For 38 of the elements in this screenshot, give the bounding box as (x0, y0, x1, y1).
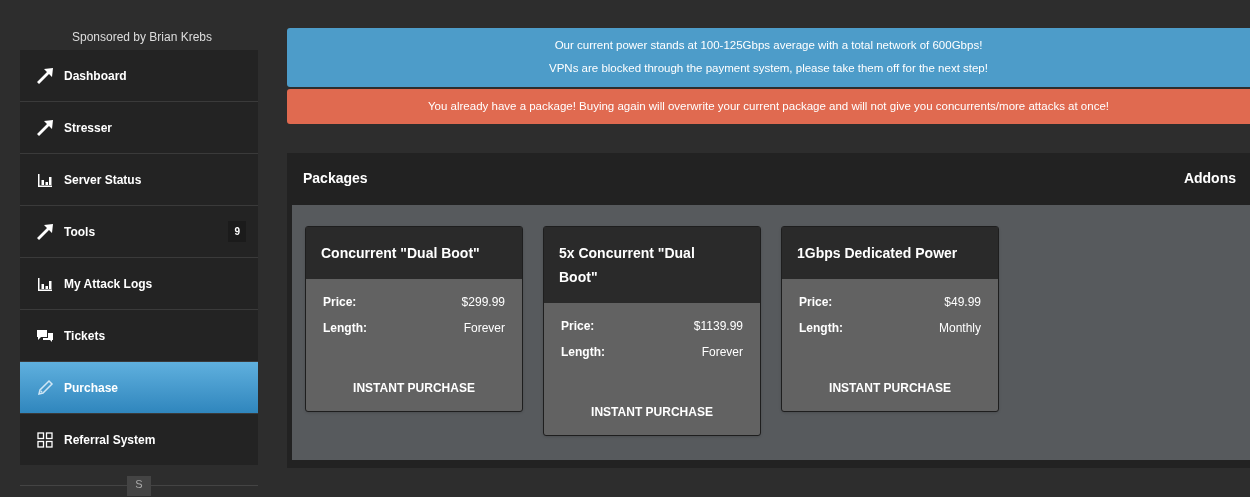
sidebar-item[interactable]: Tickets (20, 310, 258, 361)
field-label: Price: (561, 317, 595, 335)
field-value: Forever (463, 319, 505, 337)
alert-text: VPNs are blocked through the payment system, please take them off for the next step! (548, 61, 989, 77)
sidebar-item[interactable]: Server Status (20, 154, 258, 205)
count-badge: 9 (228, 221, 246, 242)
field-label: Price: (323, 293, 357, 311)
addons-tab[interactable]: Addons (1183, 168, 1236, 190)
field-value: $1139.99 (693, 317, 743, 335)
arrow-icon (36, 66, 54, 85)
pencil-icon (36, 378, 54, 397)
package-title: Concurrent "Dual Boot" (306, 226, 522, 279)
alert-text: Our current power stands at 100-125Gbps average with a total network of 600Gbps! (553, 38, 984, 53)
arrow-icon (36, 118, 54, 137)
field-value: Forever (701, 343, 743, 361)
sidebar-item[interactable]: My Attack Logs (20, 258, 258, 309)
sidebar-item[interactable]: Tools 9 (20, 206, 258, 257)
sidebar-toggle[interactable]: S (127, 476, 151, 496)
field-value: $299.99 (461, 293, 505, 311)
alert-text: You already have a package! Buying again will overwrite your current package and will not give you concurrents/more attacks at once! (427, 98, 1110, 114)
field-label: Length: (799, 319, 843, 337)
grid-icon (36, 430, 54, 449)
field-label: Length: (323, 319, 367, 337)
sidebar-item[interactable]: Stresser (20, 102, 258, 153)
sidebar-item[interactable]: Dashboard (20, 50, 258, 101)
panel-title: Packages (303, 169, 368, 189)
package-title: 1Gbps Dedicated Power (782, 226, 998, 279)
field-label: Length: (561, 343, 605, 361)
sidebar-item[interactable]: Referral System (20, 414, 258, 465)
field-value: $49.99 (944, 293, 981, 311)
package-title: 5x Concurrent "Dual Boot" (544, 226, 760, 303)
sponsor-text: Sponsored by Brian Krebs (70, 29, 214, 46)
field-value: Monthly (938, 319, 981, 337)
purchase-button[interactable]: INSTANT PURCHASE (587, 402, 717, 421)
field-label: Price: (799, 293, 833, 311)
arrow-icon (36, 222, 54, 241)
purchase-button[interactable]: INSTANT PURCHASE (825, 378, 955, 397)
purchase-button[interactable]: INSTANT PURCHASE (349, 378, 479, 397)
